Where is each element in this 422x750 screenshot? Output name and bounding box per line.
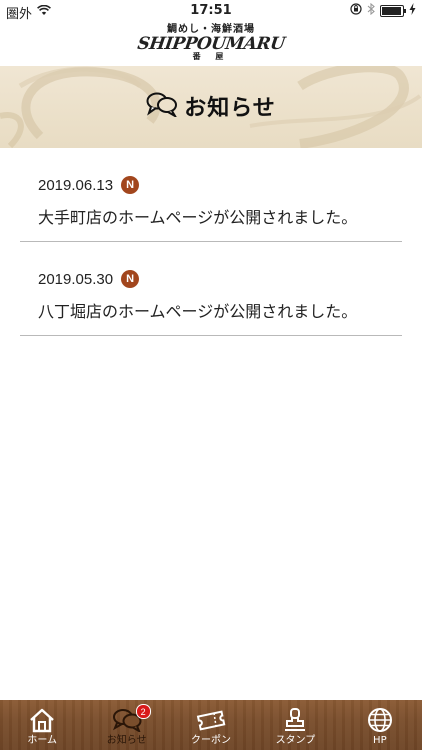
- news-date: 2019.06.13: [38, 176, 114, 194]
- tab-label: ホーム: [27, 735, 58, 746]
- logo-wordmark: SHIPPOUMARU: [136, 34, 286, 54]
- news-list: 2019.06.13 N 大手町店のホームページが公開されました。 2019.0…: [20, 148, 402, 336]
- status-right: [350, 2, 416, 19]
- new-badge: N: [121, 270, 140, 288]
- charging-icon: [409, 3, 416, 19]
- stamp-icon: [280, 706, 310, 734]
- tab-home[interactable]: ホーム: [0, 700, 84, 750]
- page-title: お知らせ: [0, 90, 422, 122]
- tab-coupon[interactable]: クーポン: [169, 700, 253, 750]
- tab-homepage[interactable]: HP: [338, 700, 422, 750]
- news-date-row: 2019.05.30 N: [38, 270, 140, 288]
- page-banner: お知らせ: [0, 66, 422, 148]
- orientation-lock-icon: [350, 3, 362, 19]
- tab-notifications[interactable]: 2 お知らせ: [84, 700, 168, 750]
- tab-label: クーポン: [191, 735, 232, 746]
- globe-icon: [365, 706, 395, 734]
- news-item[interactable]: 2019.06.13 N 大手町店のホームページが公開されました。: [20, 148, 402, 242]
- tab-bar: ホーム 2 お知らせ クーポン スタンプ HP: [0, 700, 422, 750]
- page-title-text: お知らせ: [184, 95, 276, 121]
- news-title: 八丁堀店のホームページが公開されました。: [38, 302, 358, 321]
- tab-label: お知らせ: [106, 735, 147, 746]
- notifications-screen: 圏外 17:51 鯛めし・海鮮酒場 SHIPPOUMARU 番 屋 お知らせ 2…: [0, 0, 422, 750]
- status-bar: 圏外 17:51: [0, 0, 422, 22]
- tab-stamp[interactable]: スタンプ: [253, 700, 337, 750]
- shop-logo: 鯛めし・海鮮酒場 SHIPPOUMARU 番 屋: [0, 22, 422, 64]
- home-icon: [27, 706, 57, 734]
- news-date-row: 2019.06.13 N: [38, 176, 140, 194]
- unread-count-badge: 2: [135, 704, 151, 719]
- news-date: 2019.05.30: [38, 270, 114, 288]
- coupon-icon: [196, 706, 226, 734]
- tab-label: HP: [373, 735, 387, 746]
- news-title: 大手町店のホームページが公開されました。: [38, 208, 358, 227]
- new-badge: N: [121, 176, 140, 194]
- news-item[interactable]: 2019.05.30 N 八丁堀店のホームページが公開されました。: [20, 242, 402, 336]
- battery-icon: [380, 5, 406, 17]
- tab-label: スタンプ: [275, 735, 316, 746]
- chat-bubbles-icon: [146, 91, 179, 121]
- bluetooth-icon: [367, 2, 375, 19]
